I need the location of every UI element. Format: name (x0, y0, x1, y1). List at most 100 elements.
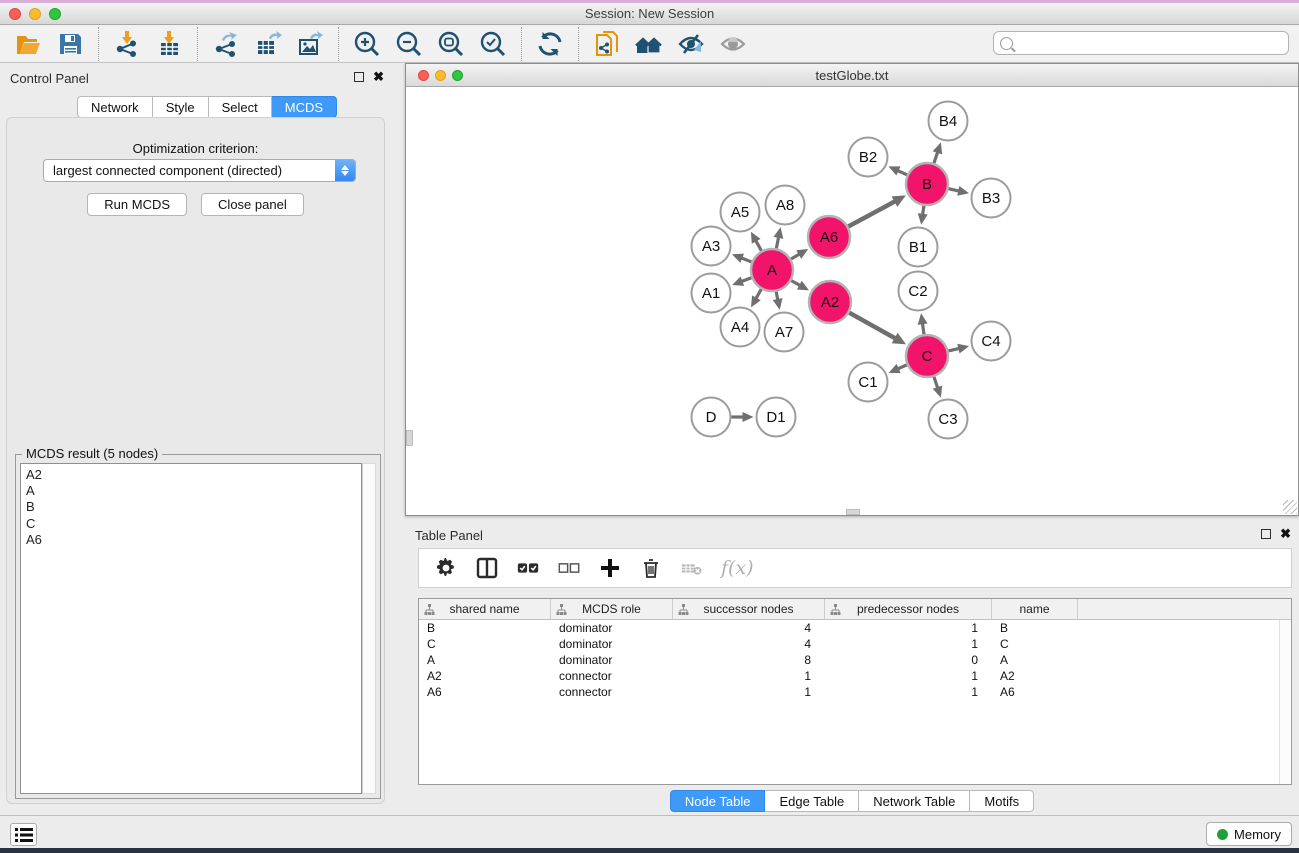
table-cell[interactable]: dominator (551, 637, 673, 651)
mcds-result-item[interactable]: A (26, 483, 361, 499)
network-node-A4[interactable]: A4 (721, 308, 760, 347)
search-box[interactable] (993, 31, 1289, 55)
network-node-A5[interactable]: A5 (721, 193, 760, 232)
table-cell[interactable]: C (419, 637, 551, 651)
network-window-titlebar[interactable]: testGlobe.txt (406, 64, 1298, 87)
mcds-result-item[interactable]: A6 (26, 532, 361, 548)
tab-mcds[interactable]: MCDS (272, 96, 337, 118)
search-input[interactable] (1013, 36, 1288, 50)
zoom-selected-icon[interactable] (478, 29, 508, 59)
tab-node-table[interactable]: Node Table (670, 790, 766, 812)
task-history-button[interactable] (10, 823, 37, 846)
run-mcds-button[interactable]: Run MCDS (87, 193, 187, 216)
table-cell[interactable]: connector (551, 685, 673, 699)
zoom-in-icon[interactable] (352, 29, 382, 59)
tab-edge-table[interactable]: Edge Table (765, 790, 859, 812)
table-cell[interactable]: 1 (673, 685, 825, 699)
import-table-icon[interactable] (154, 29, 184, 59)
table-scrollbar[interactable] (1279, 620, 1291, 784)
table-cell[interactable]: A (992, 653, 1078, 667)
table-cell[interactable]: 1 (673, 669, 825, 683)
tab-style[interactable]: Style (153, 96, 209, 118)
table-cell[interactable]: 1 (825, 637, 992, 651)
network-node-A1[interactable]: A1 (692, 274, 731, 313)
select-all-rows-icon[interactable] (516, 556, 540, 580)
close-table-panel-icon[interactable]: ✖ (1280, 529, 1291, 539)
table-cell[interactable]: connector (551, 669, 673, 683)
network-node-A[interactable]: A (751, 249, 793, 291)
network-node-A2[interactable]: A2 (809, 281, 851, 323)
table-settings-gear-icon[interactable] (434, 556, 458, 580)
node-table[interactable]: shared name MCDS role successor nodes pr… (418, 598, 1292, 785)
table-cell[interactable]: B (992, 621, 1078, 635)
table-cell[interactable]: B (419, 621, 551, 635)
table-cell[interactable]: 8 (673, 653, 825, 667)
mcds-result-item[interactable]: B (26, 499, 361, 515)
table-cell[interactable]: 1 (825, 621, 992, 635)
table-cell[interactable]: A2 (992, 669, 1078, 683)
column-header-mcds-role[interactable]: MCDS role (551, 599, 673, 619)
save-session-icon[interactable] (55, 29, 85, 59)
table-cell[interactable]: A2 (419, 669, 551, 683)
network-node-A6[interactable]: A6 (808, 216, 850, 258)
network-node-D[interactable]: D (692, 398, 731, 437)
mcds-result-item[interactable]: A2 (26, 467, 361, 483)
show-graphics-details-icon[interactable] (718, 29, 748, 59)
network-node-B3[interactable]: B3 (972, 179, 1011, 218)
window-resize-grip[interactable] (1283, 500, 1297, 514)
column-header-successor-nodes[interactable]: successor nodes (673, 599, 825, 619)
import-network-icon[interactable] (112, 29, 142, 59)
column-header-name[interactable]: name (992, 599, 1078, 619)
column-header-predecessor-nodes[interactable]: predecessor nodes (825, 599, 992, 619)
export-network-icon[interactable] (211, 29, 241, 59)
table-row[interactable]: Cdominator41C (419, 636, 1291, 652)
network-node-D1[interactable]: D1 (757, 398, 796, 437)
column-header-shared-name[interactable]: shared name (419, 599, 551, 619)
network-node-B[interactable]: B (906, 163, 948, 205)
close-panel-icon[interactable]: ✖ (373, 72, 384, 82)
table-cell[interactable]: A6 (992, 685, 1078, 699)
tab-motifs[interactable]: Motifs (970, 790, 1034, 812)
table-cell[interactable]: 4 (673, 621, 825, 635)
optimization-criterion-select[interactable]: largest connected component (directed) (43, 159, 356, 182)
deselect-all-rows-icon[interactable] (557, 556, 581, 580)
network-node-C[interactable]: C (906, 335, 948, 377)
network-vertical-scrollbar[interactable] (406, 430, 413, 446)
mcds-result-item[interactable]: C (26, 516, 361, 532)
table-cell[interactable]: A6 (419, 685, 551, 699)
table-cell[interactable]: dominator (551, 621, 673, 635)
open-cybrowser-icon[interactable] (634, 29, 664, 59)
create-column-plus-icon[interactable] (598, 556, 622, 580)
table-row[interactable]: A6connector11A6 (419, 684, 1291, 700)
export-table-icon[interactable] (253, 29, 283, 59)
hide-graphics-details-icon[interactable] (676, 29, 706, 59)
memory-button[interactable]: Memory (1206, 822, 1292, 846)
network-node-C2[interactable]: C2 (899, 272, 938, 311)
network-graph[interactable]: A5A8A3AA1A4A7A6A2BB2B4B3B1C2CC4C1C3DD1 (406, 87, 1298, 515)
table-cell[interactable]: dominator (551, 653, 673, 667)
export-image-icon[interactable] (295, 29, 325, 59)
new-network-icon[interactable] (592, 29, 622, 59)
network-node-C4[interactable]: C4 (972, 322, 1011, 361)
network-node-B1[interactable]: B1 (899, 228, 938, 267)
network-node-A8[interactable]: A8 (766, 186, 805, 225)
table-cell[interactable]: C (992, 637, 1078, 651)
close-panel-button[interactable]: Close panel (201, 193, 304, 216)
mcds-result-scrollbar[interactable] (362, 463, 376, 794)
column-visibility-icon[interactable] (475, 556, 499, 580)
delete-column-trash-icon[interactable] (639, 556, 663, 580)
network-canvas[interactable]: A5A8A3AA1A4A7A6A2BB2B4B3B1C2CC4C1C3DD1 (406, 87, 1298, 515)
table-row[interactable]: A2connector11A2 (419, 668, 1291, 684)
table-row[interactable]: Adominator80A (419, 652, 1291, 668)
table-cell[interactable]: 1 (825, 685, 992, 699)
float-table-panel-icon[interactable] (1261, 529, 1271, 539)
apply-layout-icon[interactable] (535, 29, 565, 59)
function-builder-icon[interactable]: f(x) (721, 557, 754, 579)
table-cell[interactable]: 0 (825, 653, 992, 667)
table-cell[interactable]: A (419, 653, 551, 667)
tab-select[interactable]: Select (209, 96, 272, 118)
tab-network[interactable]: Network (77, 96, 153, 118)
open-session-icon[interactable] (13, 29, 43, 59)
table-cell[interactable]: 4 (673, 637, 825, 651)
zoom-fit-icon[interactable] (436, 29, 466, 59)
